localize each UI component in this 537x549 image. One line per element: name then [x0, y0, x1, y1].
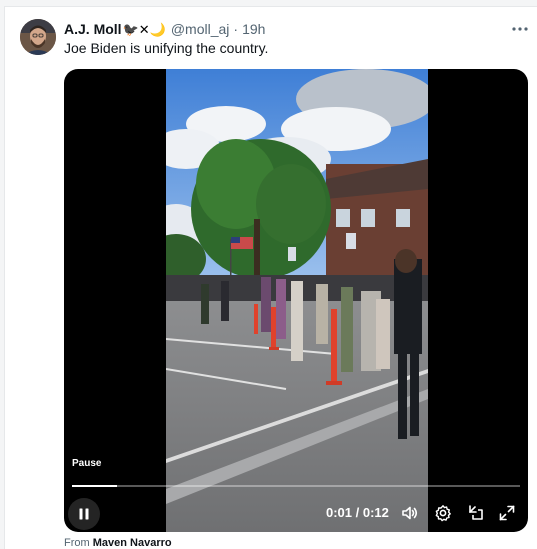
- volume-button[interactable]: [399, 502, 421, 524]
- video-progress-bar[interactable]: [72, 485, 520, 487]
- video-player[interactable]: Pause 0:01 / 0:12: [64, 69, 528, 532]
- more-options-button[interactable]: [507, 20, 533, 38]
- attribution-source[interactable]: Maven Navarro: [93, 537, 172, 549]
- pause-icon: [79, 508, 89, 520]
- author-emojis: 🐦‍⬛✕🌙: [122, 21, 166, 37]
- more-horizontal-icon: [512, 27, 528, 31]
- tweet-header: A.J. Moll 🐦‍⬛✕🌙 @moll_aj · 19h: [64, 19, 265, 39]
- tweet-text: Joe Biden is unifying the country.: [64, 40, 269, 56]
- author-avatar[interactable]: [20, 19, 56, 55]
- author-name[interactable]: A.J. Moll: [64, 21, 122, 37]
- avatar-image: [20, 19, 56, 55]
- video-progress-fill: [72, 485, 117, 487]
- video-current-time: 0:01: [326, 505, 353, 520]
- attribution-prefix: From: [64, 537, 93, 549]
- video-attribution: From Maven Navarro: [64, 537, 172, 549]
- fullscreen-icon: [499, 505, 515, 521]
- video-time-readout: 0:01 / 0:12: [326, 505, 389, 520]
- video-duration: 0:12: [362, 505, 389, 520]
- settings-icon: [435, 505, 451, 522]
- volume-icon: [402, 506, 418, 520]
- pause-button[interactable]: [68, 498, 100, 530]
- fullscreen-button[interactable]: [496, 502, 518, 524]
- minimize-button[interactable]: [465, 502, 487, 524]
- settings-button[interactable]: [432, 502, 454, 524]
- minimize-icon: [469, 505, 483, 520]
- header-separator: ·: [233, 21, 239, 37]
- author-handle[interactable]: @moll_aj: [171, 21, 230, 37]
- tweet-time[interactable]: 19h: [242, 21, 265, 37]
- video-time-separator: /: [352, 505, 363, 520]
- video-frame: [166, 69, 428, 532]
- pause-tooltip: Pause: [72, 458, 102, 469]
